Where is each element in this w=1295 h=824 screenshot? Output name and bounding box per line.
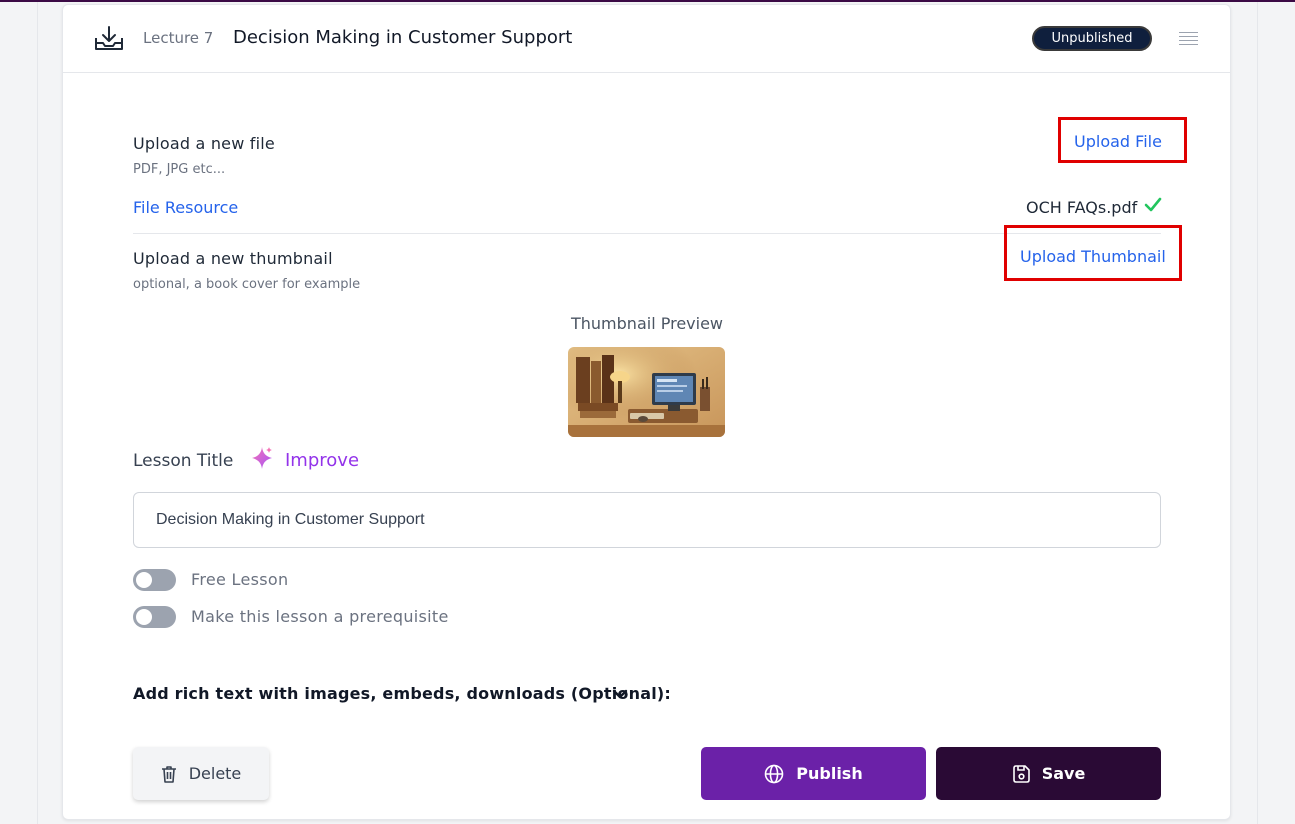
status-badge[interactable]: Unpublished <box>1032 26 1152 51</box>
toggle-knob <box>136 609 152 625</box>
save-label: Save <box>1041 764 1086 783</box>
rich-text-toggle-label[interactable]: Add rich text with images, embeds, downl… <box>133 684 671 703</box>
check-icon <box>1144 197 1162 212</box>
lecture-title: Decision Making in Customer Support <box>233 27 573 48</box>
upload-thumbnail-label: Upload a new thumbnail <box>133 249 333 268</box>
delete-label: Delete <box>188 764 242 783</box>
upload-file-hint: PDF, JPG etc... <box>133 162 226 177</box>
publish-label: Publish <box>796 764 863 783</box>
lecture-editor-card: Lecture 7 Decision Making in Customer Su… <box>62 4 1231 820</box>
sparkle-icon[interactable] <box>251 446 273 470</box>
thumbnail-preview-label: Thumbnail Preview <box>571 314 723 333</box>
column-border-left <box>37 2 38 824</box>
lesson-title-input[interactable] <box>133 492 1161 548</box>
publish-button[interactable]: Publish <box>701 747 926 800</box>
file-resource-link[interactable]: File Resource <box>133 198 238 217</box>
column-border-right <box>1257 2 1258 824</box>
prerequisite-label: Make this lesson a prerequisite <box>191 607 449 626</box>
improve-button[interactable]: Improve <box>285 450 359 471</box>
prerequisite-toggle[interactable] <box>133 606 176 628</box>
lecture-number: Lecture 7 <box>143 29 214 47</box>
upload-thumbnail-hint: optional, a book cover for example <box>133 277 361 292</box>
hamburger-menu-icon[interactable] <box>1179 32 1198 46</box>
chevron-down-icon[interactable] <box>611 685 629 703</box>
free-lesson-label: Free Lesson <box>191 570 289 589</box>
uploaded-file-name: OCH FAQs.pdf <box>1026 198 1138 217</box>
upload-file-label: Upload a new file <box>133 134 275 153</box>
save-disk-icon <box>1012 764 1030 783</box>
globe-icon <box>764 764 784 783</box>
upload-thumbnail-button[interactable]: Upload Thumbnail <box>1020 247 1166 266</box>
lecture-header: Lecture 7 Decision Making in Customer Su… <box>63 5 1230 73</box>
upload-file-button[interactable]: Upload File <box>1074 132 1162 151</box>
lesson-title-label: Lesson Title <box>133 451 234 471</box>
trash-icon <box>161 765 176 783</box>
save-button[interactable]: Save <box>936 747 1161 800</box>
free-lesson-toggle[interactable] <box>133 569 176 591</box>
thumbnail-preview-image <box>568 347 725 437</box>
delete-button[interactable]: Delete <box>133 747 269 800</box>
toggle-knob <box>136 572 152 588</box>
download-tray-icon <box>95 26 123 50</box>
